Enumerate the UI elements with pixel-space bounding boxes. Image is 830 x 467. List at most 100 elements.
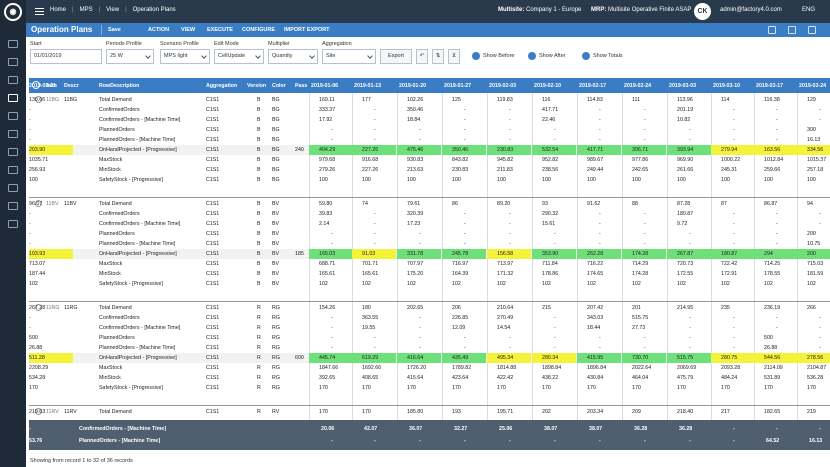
value-cell[interactable]: - — [464, 137, 466, 143]
value-cell[interactable]: 102 — [319, 281, 328, 287]
value-cell[interactable]: 270.49 — [497, 315, 513, 321]
value-cell[interactable]: 515.75 — [632, 315, 648, 321]
value-cell[interactable]: - — [689, 241, 691, 247]
value-cell[interactable]: 102 — [587, 281, 596, 287]
value-cell[interactable]: 219.63 — [29, 409, 45, 415]
value-cell[interactable]: - — [644, 117, 646, 123]
value-cell[interactable]: - — [554, 127, 556, 133]
table-row[interactable]: SafetyStock - [Progressive] C1S1 R RG 170 170… — [29, 383, 830, 393]
value-cell[interactable]: 178.55 — [764, 271, 780, 277]
value-cell[interactable]: 129 — [807, 97, 816, 103]
value-cell[interactable]: 475.79 — [677, 375, 693, 381]
settings-icon[interactable] — [8, 184, 18, 192]
value-cell[interactable]: 532.54 — [542, 147, 558, 153]
value-cell[interactable]: - — [819, 345, 821, 351]
value-cell[interactable]: 170 — [721, 385, 730, 391]
dashboard-icon[interactable] — [8, 40, 18, 48]
value-cell[interactable]: 415.64 — [407, 375, 423, 381]
value-cell[interactable]: - — [419, 127, 421, 133]
value-cell[interactable]: - — [331, 241, 333, 247]
column-header[interactable]: 2019-03-17 — [756, 83, 783, 89]
value-cell[interactable]: 534.28 — [29, 375, 45, 381]
value-cell[interactable]: 266 — [807, 305, 816, 311]
value-cell[interactable]: 102.26 — [407, 97, 423, 103]
value-cell[interactable]: 714.29 — [632, 261, 648, 267]
value-cell[interactable]: 187.44 — [29, 271, 45, 277]
value-cell[interactable]: - — [331, 345, 333, 351]
value-cell[interactable]: 217 — [721, 409, 730, 415]
value-cell[interactable]: 26.88 — [29, 345, 42, 351]
value-cell[interactable]: 180.87 — [677, 211, 693, 217]
value-cell[interactable]: 170 — [362, 409, 371, 415]
value-cell[interactable]: 103.93 — [29, 251, 45, 257]
value-cell[interactable]: 230.83 — [497, 147, 513, 153]
value-cell[interactable]: 130.66 — [29, 97, 45, 103]
value-cell[interactable]: - — [644, 335, 646, 341]
value-cell[interactable]: 195.71 — [497, 409, 513, 415]
table-row[interactable]: OnHandProjected - [Progressive] C1S1 B BV 18… — [29, 249, 830, 259]
value-cell[interactable]: 22.46 — [542, 117, 555, 123]
value-cell[interactable]: - — [464, 117, 466, 123]
column-header[interactable]: 2019-02-24 — [624, 83, 651, 89]
value-cell[interactable]: 27.73 — [632, 325, 645, 331]
value-cell[interactable]: 238.56 — [542, 167, 558, 173]
value-cell[interactable]: 170 — [677, 385, 686, 391]
config-icon[interactable] — [8, 148, 18, 156]
value-cell[interactable]: 100 — [362, 177, 371, 183]
value-cell[interactable]: 977.86 — [632, 157, 648, 163]
filter-button[interactable]: ⊻ — [448, 49, 460, 64]
value-cell[interactable]: 172.91 — [721, 271, 737, 277]
value-cell[interactable]: - — [689, 127, 691, 133]
value-cell[interactable]: 102 — [764, 281, 773, 287]
value-cell[interactable]: - — [776, 211, 778, 217]
table-row[interactable]: MinStock C1S1 B BG 279.26 227.26 213.63 230.83 2… — [29, 165, 830, 175]
value-cell[interactable]: - — [554, 137, 556, 143]
value-cell[interactable]: - — [599, 117, 601, 123]
value-cell[interactable]: 170 — [764, 385, 773, 391]
value-cell[interactable]: - — [29, 325, 31, 331]
value-cell[interactable]: 203.34 — [587, 409, 603, 415]
value-cell[interactable]: 227.26 — [362, 167, 378, 173]
value-cell[interactable]: 531.89 — [764, 375, 780, 381]
value-cell[interactable]: 843.82 — [452, 157, 468, 163]
value-cell[interactable]: 257.18 — [807, 167, 823, 173]
sort-button[interactable]: ⇅ — [432, 49, 444, 64]
value-cell[interactable]: 100 — [407, 177, 416, 183]
value-cell[interactable]: - — [776, 325, 778, 331]
value-cell[interactable]: 26.88 — [764, 345, 777, 351]
value-cell[interactable]: 100 — [452, 177, 461, 183]
value-cell[interactable]: 172.55 — [677, 271, 693, 277]
value-cell[interactable]: - — [819, 211, 821, 217]
value-cell[interactable]: 435.49 — [452, 355, 468, 361]
value-cell[interactable]: 87.28 — [677, 201, 690, 207]
column-header[interactable]: 2019-02-10 — [534, 83, 561, 89]
image-icon[interactable] — [8, 220, 18, 228]
value-cell[interactable]: - — [464, 345, 466, 351]
value-cell[interactable]: 1035.71 — [29, 157, 48, 163]
value-cell[interactable]: 2069.69 — [677, 365, 696, 371]
value-cell[interactable]: 171.32 — [497, 271, 513, 277]
value-cell[interactable]: - — [29, 211, 31, 217]
value-cell[interactable]: 100 — [319, 177, 328, 183]
value-cell[interactable]: 261.66 — [677, 167, 693, 173]
value-cell[interactable]: 417.71 — [587, 147, 603, 153]
mps-icon[interactable] — [8, 94, 18, 102]
value-cell[interactable]: 193 — [452, 409, 461, 415]
value-cell[interactable]: 916.68 — [362, 157, 378, 163]
value-cell[interactable]: 722.42 — [721, 261, 737, 267]
value-cell[interactable]: - — [599, 231, 601, 237]
value-cell[interactable]: 170 — [362, 385, 371, 391]
value-cell[interactable]: - — [599, 221, 601, 227]
value-cell[interactable]: 15.61 — [542, 221, 555, 227]
value-cell[interactable]: 202.65 — [407, 305, 423, 311]
value-cell[interactable]: 18.44 — [587, 325, 600, 331]
table-row[interactable]: PlannedOrders - [Machine Time] C1S1 B BV - - -… — [29, 239, 830, 249]
column-header[interactable]: 2019-01-27 — [444, 83, 471, 89]
value-cell[interactable]: - — [29, 231, 31, 237]
value-cell[interactable]: 393.94 — [677, 147, 693, 153]
value-cell[interactable]: - — [776, 127, 778, 133]
value-cell[interactable]: 331.78 — [407, 251, 423, 257]
value-cell[interactable]: - — [419, 231, 421, 237]
value-cell[interactable]: 989.67 — [587, 157, 603, 163]
value-cell[interactable]: 245.78 — [452, 251, 468, 257]
